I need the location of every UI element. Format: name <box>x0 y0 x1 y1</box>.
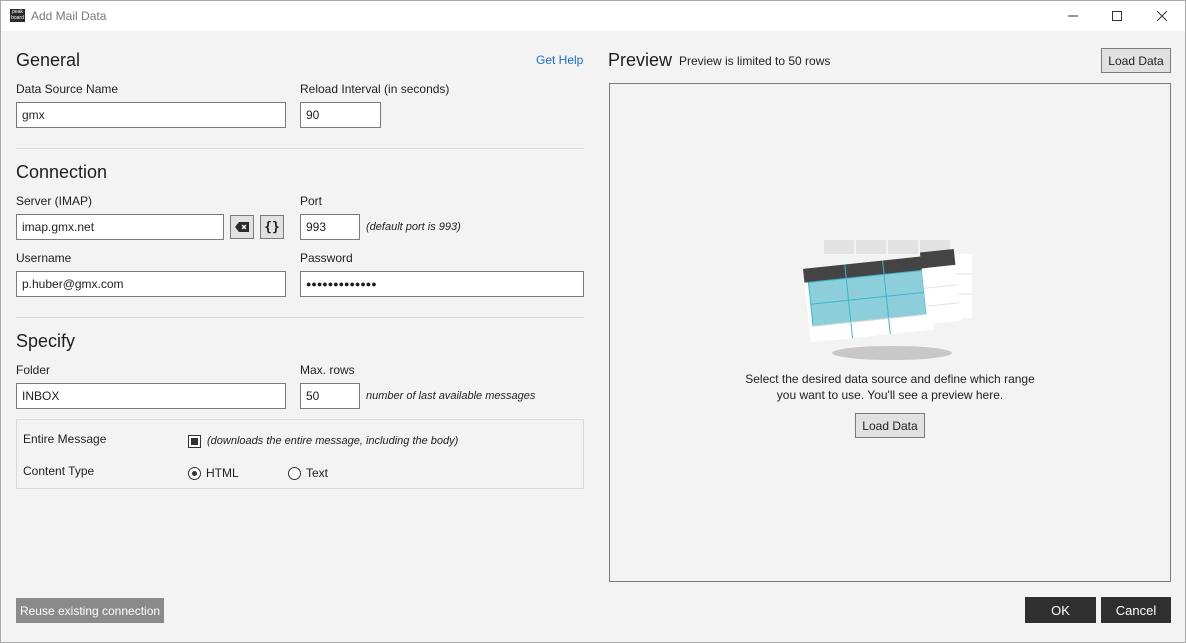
reload-interval-input[interactable]: 90 <box>300 102 381 128</box>
preview-section-title: Preview <box>608 50 673 70</box>
password-input[interactable]: ●●●●●●●●●●●●● <box>300 271 584 297</box>
server-input[interactable]: imap.gmx.net <box>16 214 224 240</box>
entire-message-checkbox[interactable] <box>188 435 201 448</box>
data-source-name-label: Data Source Name <box>16 82 119 96</box>
reload-interval-label: Reload Interval (in seconds) <box>300 82 450 96</box>
load-data-button-center[interactable]: Load Data <box>855 413 925 438</box>
window-title: Add Mail Data <box>31 9 107 23</box>
folder-label: Folder <box>16 363 51 377</box>
port-hint: (default port is 993) <box>366 221 461 233</box>
load-data-button-top[interactable]: Load Data <box>1101 48 1171 73</box>
options-box: Entire Message (downloads the entire mes… <box>16 419 584 489</box>
add-mail-data-window: peak board Add Mail Data General Get Hel… <box>0 0 1186 643</box>
general-section-title: General <box>16 50 81 70</box>
max-rows-label: Max. rows <box>300 363 355 377</box>
port-label: Port <box>300 194 323 208</box>
max-rows-hint: number of last available messages <box>366 390 536 402</box>
clear-text-icon <box>235 222 249 232</box>
preview-empty-line2: you want to use. You'll see a preview he… <box>776 388 1004 402</box>
reuse-connection-button[interactable]: Reuse existing connection <box>16 598 164 623</box>
clear-server-button[interactable] <box>230 215 254 239</box>
entire-message-label: Entire Message <box>23 432 107 446</box>
section-divider <box>16 317 584 318</box>
content-type-text-radio[interactable] <box>288 467 301 480</box>
minimize-button[interactable] <box>1050 1 1096 31</box>
content-type-label: Content Type <box>23 464 95 478</box>
app-logo-icon: peak board <box>10 9 25 22</box>
username-label: Username <box>16 251 72 265</box>
section-divider <box>16 148 584 149</box>
preview-empty-line1: Select the desired data source and defin… <box>745 372 1035 386</box>
table-illustration-icon <box>803 240 972 360</box>
entire-message-hint: (downloads the entire message, including… <box>207 435 459 447</box>
content-type-text-label[interactable]: Text <box>306 466 328 480</box>
content-type-html-radio[interactable] <box>188 467 201 480</box>
title-bar: peak board Add Mail Data <box>1 1 1185 31</box>
password-label: Password <box>300 251 353 265</box>
username-input[interactable]: p.huber@gmx.com <box>16 271 286 297</box>
folder-input[interactable]: INBOX <box>16 383 286 409</box>
cancel-button[interactable]: Cancel <box>1101 597 1171 623</box>
specify-section-title: Specify <box>16 331 76 351</box>
content-type-html-label[interactable]: HTML <box>206 466 239 480</box>
preview-panel: Select the desired data source and defin… <box>609 83 1171 582</box>
port-input[interactable]: 993 <box>300 214 360 240</box>
maximize-icon <box>1112 11 1122 21</box>
connection-section-title: Connection <box>16 162 108 182</box>
get-help-link[interactable]: Get Help <box>536 53 583 67</box>
preview-limit-note: Preview is limited to 50 rows <box>679 54 831 68</box>
ok-button[interactable]: OK <box>1025 597 1096 623</box>
data-source-name-input[interactable]: gmx <box>16 102 286 128</box>
insert-variable-button[interactable]: {} <box>260 215 284 239</box>
close-icon <box>1157 11 1167 21</box>
maximize-button[interactable] <box>1094 1 1140 31</box>
max-rows-input[interactable]: 50 <box>300 383 360 409</box>
server-label: Server (IMAP) <box>16 194 93 208</box>
close-window-button[interactable] <box>1139 1 1185 31</box>
minimize-icon <box>1068 15 1078 17</box>
